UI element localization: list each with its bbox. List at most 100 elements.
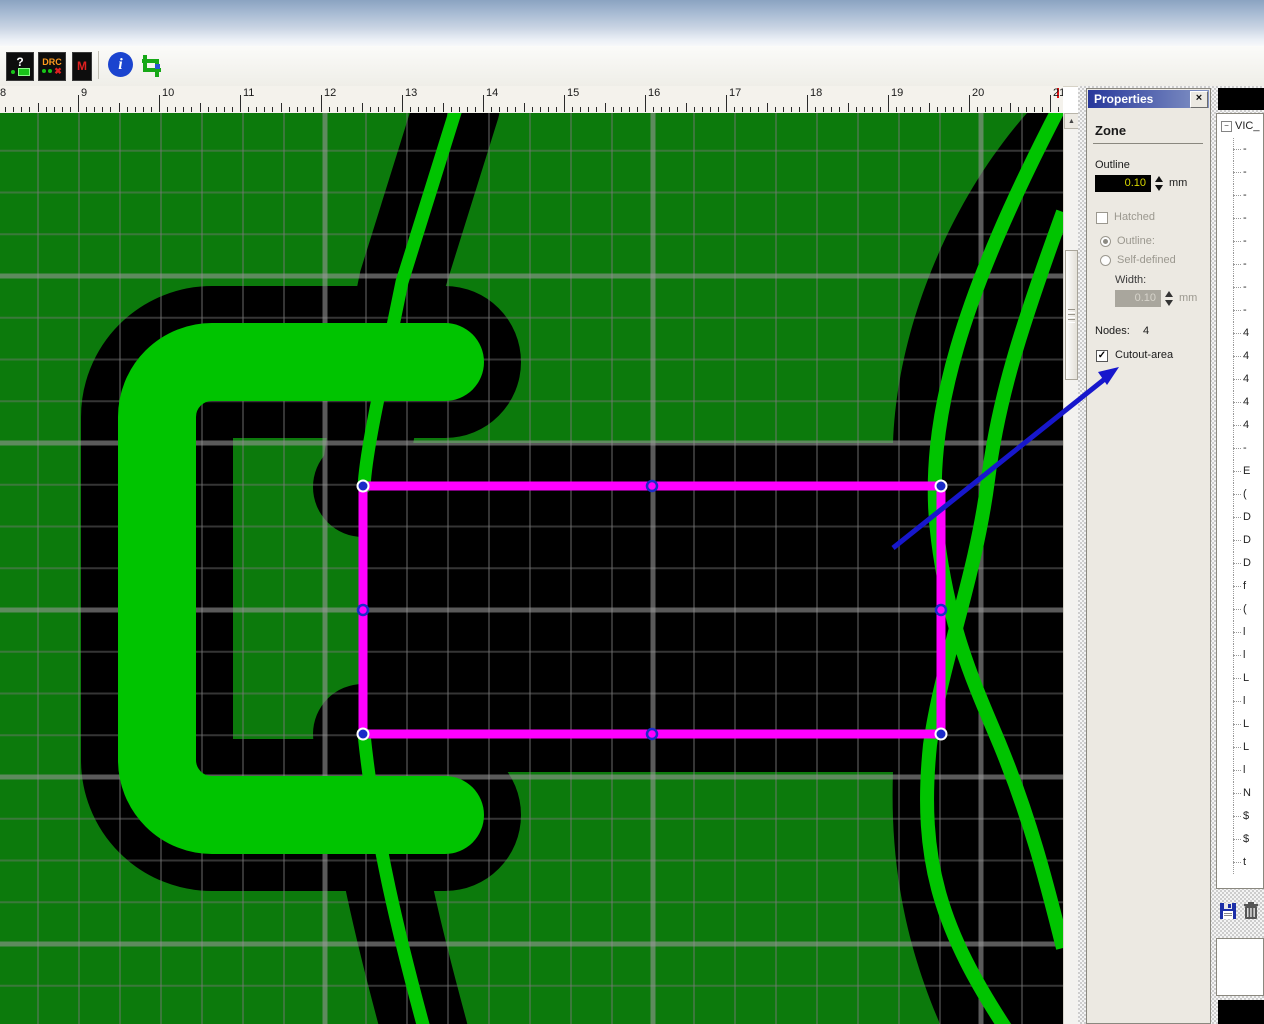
ruler-minor-tick — [248, 107, 250, 112]
zone-corner-node[interactable] — [356, 727, 370, 741]
ruler-minor-tick — [685, 103, 687, 112]
ruler-minor-tick — [636, 107, 638, 112]
ruler-minor-tick — [29, 107, 31, 112]
ruler-minor-tick — [167, 107, 169, 112]
ruler-minor-tick — [393, 107, 395, 112]
tree-item[interactable]: 4 — [1217, 368, 1263, 391]
tree-item[interactable]: - — [1217, 437, 1263, 460]
tree-item[interactable]: - — [1217, 276, 1263, 299]
project-tree-panel: − VIC_ - - - - - - - -4 4 4 4 4- E(D D Df(l l Ll L Ll N $ $ t — [1216, 113, 1264, 889]
ruler-minor-tick — [628, 107, 630, 112]
tree-item[interactable]: ( — [1217, 598, 1263, 621]
tree-item[interactable]: L — [1217, 736, 1263, 759]
tree-item[interactable]: D — [1217, 529, 1263, 552]
ruler-minor-tick — [288, 107, 290, 112]
scroll-up-button[interactable]: ▲ — [1064, 113, 1079, 129]
outline-spinner[interactable] — [1155, 176, 1163, 191]
tree-item[interactable]: l — [1217, 621, 1263, 644]
ruler-unit-label: 13 — [405, 87, 418, 99]
ruler-minor-tick — [369, 107, 371, 112]
tree-root-label: VIC_ — [1235, 120, 1260, 132]
component-question-icon[interactable]: ? — [6, 52, 34, 81]
tree-item[interactable]: 4 — [1217, 391, 1263, 414]
outline-width-input[interactable]: 0.10 — [1095, 175, 1151, 192]
ruler-minor-tick — [620, 107, 622, 112]
zone-corner-node[interactable] — [934, 479, 948, 493]
tree-item[interactable]: - — [1217, 230, 1263, 253]
m-tool-icon[interactable]: M — [72, 52, 92, 81]
ruler-minor-tick — [69, 107, 71, 112]
ruler-minor-tick — [515, 107, 517, 112]
tree-item-label: D — [1243, 534, 1251, 546]
ruler-minor-tick — [272, 107, 274, 112]
tree-item[interactable]: - — [1217, 138, 1263, 161]
ruler-minor-tick — [612, 107, 614, 112]
properties-panel-titlebar[interactable]: Properties × — [1088, 90, 1209, 108]
tree-item[interactable]: E — [1217, 460, 1263, 483]
tree-item[interactable]: L — [1217, 713, 1263, 736]
ruler-minor-tick — [928, 103, 930, 112]
outline-radio[interactable] — [1100, 236, 1111, 247]
tree-item-label: - — [1243, 258, 1247, 270]
zone-crop-icon[interactable] — [140, 52, 166, 79]
tree-item[interactable]: L — [1217, 667, 1263, 690]
tree-item[interactable]: - — [1217, 253, 1263, 276]
tree-item[interactable]: - — [1217, 184, 1263, 207]
tree-item[interactable]: - — [1217, 299, 1263, 322]
tree-item[interactable]: t — [1217, 851, 1263, 874]
width-input[interactable]: 0.10 — [1115, 290, 1161, 307]
close-icon[interactable]: × — [1190, 91, 1208, 108]
ruler-minor-tick — [37, 103, 39, 112]
tree-item[interactable]: f — [1217, 575, 1263, 598]
tree-item[interactable]: l — [1217, 690, 1263, 713]
tree-item[interactable]: $ — [1217, 828, 1263, 851]
self-defined-radio[interactable] — [1100, 255, 1111, 266]
info-icon[interactable]: i — [108, 52, 133, 77]
tree-root-item[interactable]: − VIC_ — [1217, 114, 1263, 138]
collapse-icon[interactable]: − — [1221, 120, 1232, 132]
ruler-minor-tick — [758, 107, 760, 112]
tree-item-label: 4 — [1243, 419, 1250, 431]
ruler-unit-label: 16 — [648, 87, 661, 99]
canvas-vscrollbar[interactable]: ▲ — [1063, 113, 1079, 1024]
ruler-minor-tick — [207, 107, 209, 112]
tree-item[interactable]: D — [1217, 552, 1263, 575]
save-icon[interactable] — [1219, 902, 1237, 920]
ruler-minor-tick — [312, 107, 314, 112]
ruler-major-tick — [240, 95, 241, 112]
tree-item[interactable]: 4 — [1217, 322, 1263, 345]
zone-corner-node[interactable] — [934, 727, 948, 741]
ruler-minor-tick — [661, 107, 663, 112]
scroll-thumb[interactable] — [1065, 250, 1078, 380]
tree-item-label: - — [1243, 235, 1247, 247]
ruler-minor-tick — [118, 103, 120, 112]
tree-item[interactable]: 4 — [1217, 345, 1263, 368]
hatched-checkbox[interactable] — [1096, 212, 1108, 224]
ruler-minor-tick — [1025, 107, 1027, 112]
tree-item[interactable]: ( — [1217, 483, 1263, 506]
tree-item-label: D — [1243, 511, 1251, 523]
tree-item[interactable]: - — [1217, 207, 1263, 230]
tree-item[interactable]: 4 — [1217, 414, 1263, 437]
tree-item-label: l — [1243, 649, 1246, 661]
ruler-major-tick — [807, 95, 808, 112]
ruler-minor-tick — [418, 107, 420, 112]
width-spinner[interactable] — [1165, 291, 1173, 306]
pcb-canvas[interactable] — [0, 113, 1063, 1024]
tree-item[interactable]: l — [1217, 644, 1263, 667]
ruler-minor-tick — [377, 107, 379, 112]
drc-check-icon[interactable]: DRC ✖ — [38, 52, 66, 81]
tree-item[interactable]: - — [1217, 161, 1263, 184]
tree-item[interactable]: $ — [1217, 805, 1263, 828]
ruler-minor-tick — [815, 107, 817, 112]
tree-item[interactable]: N — [1217, 782, 1263, 805]
tree-item-label: - — [1243, 143, 1247, 155]
ruler-minor-tick — [896, 107, 898, 112]
tree-item[interactable]: l — [1217, 759, 1263, 782]
zone-corner-node[interactable] — [356, 479, 370, 493]
tree-item[interactable]: D — [1217, 506, 1263, 529]
delete-trash-icon[interactable] — [1243, 902, 1259, 920]
cutout-area-checkbox[interactable]: ✓ — [1096, 350, 1108, 362]
tree-item-label: ( — [1243, 603, 1247, 615]
tree-header-box — [1218, 88, 1264, 110]
